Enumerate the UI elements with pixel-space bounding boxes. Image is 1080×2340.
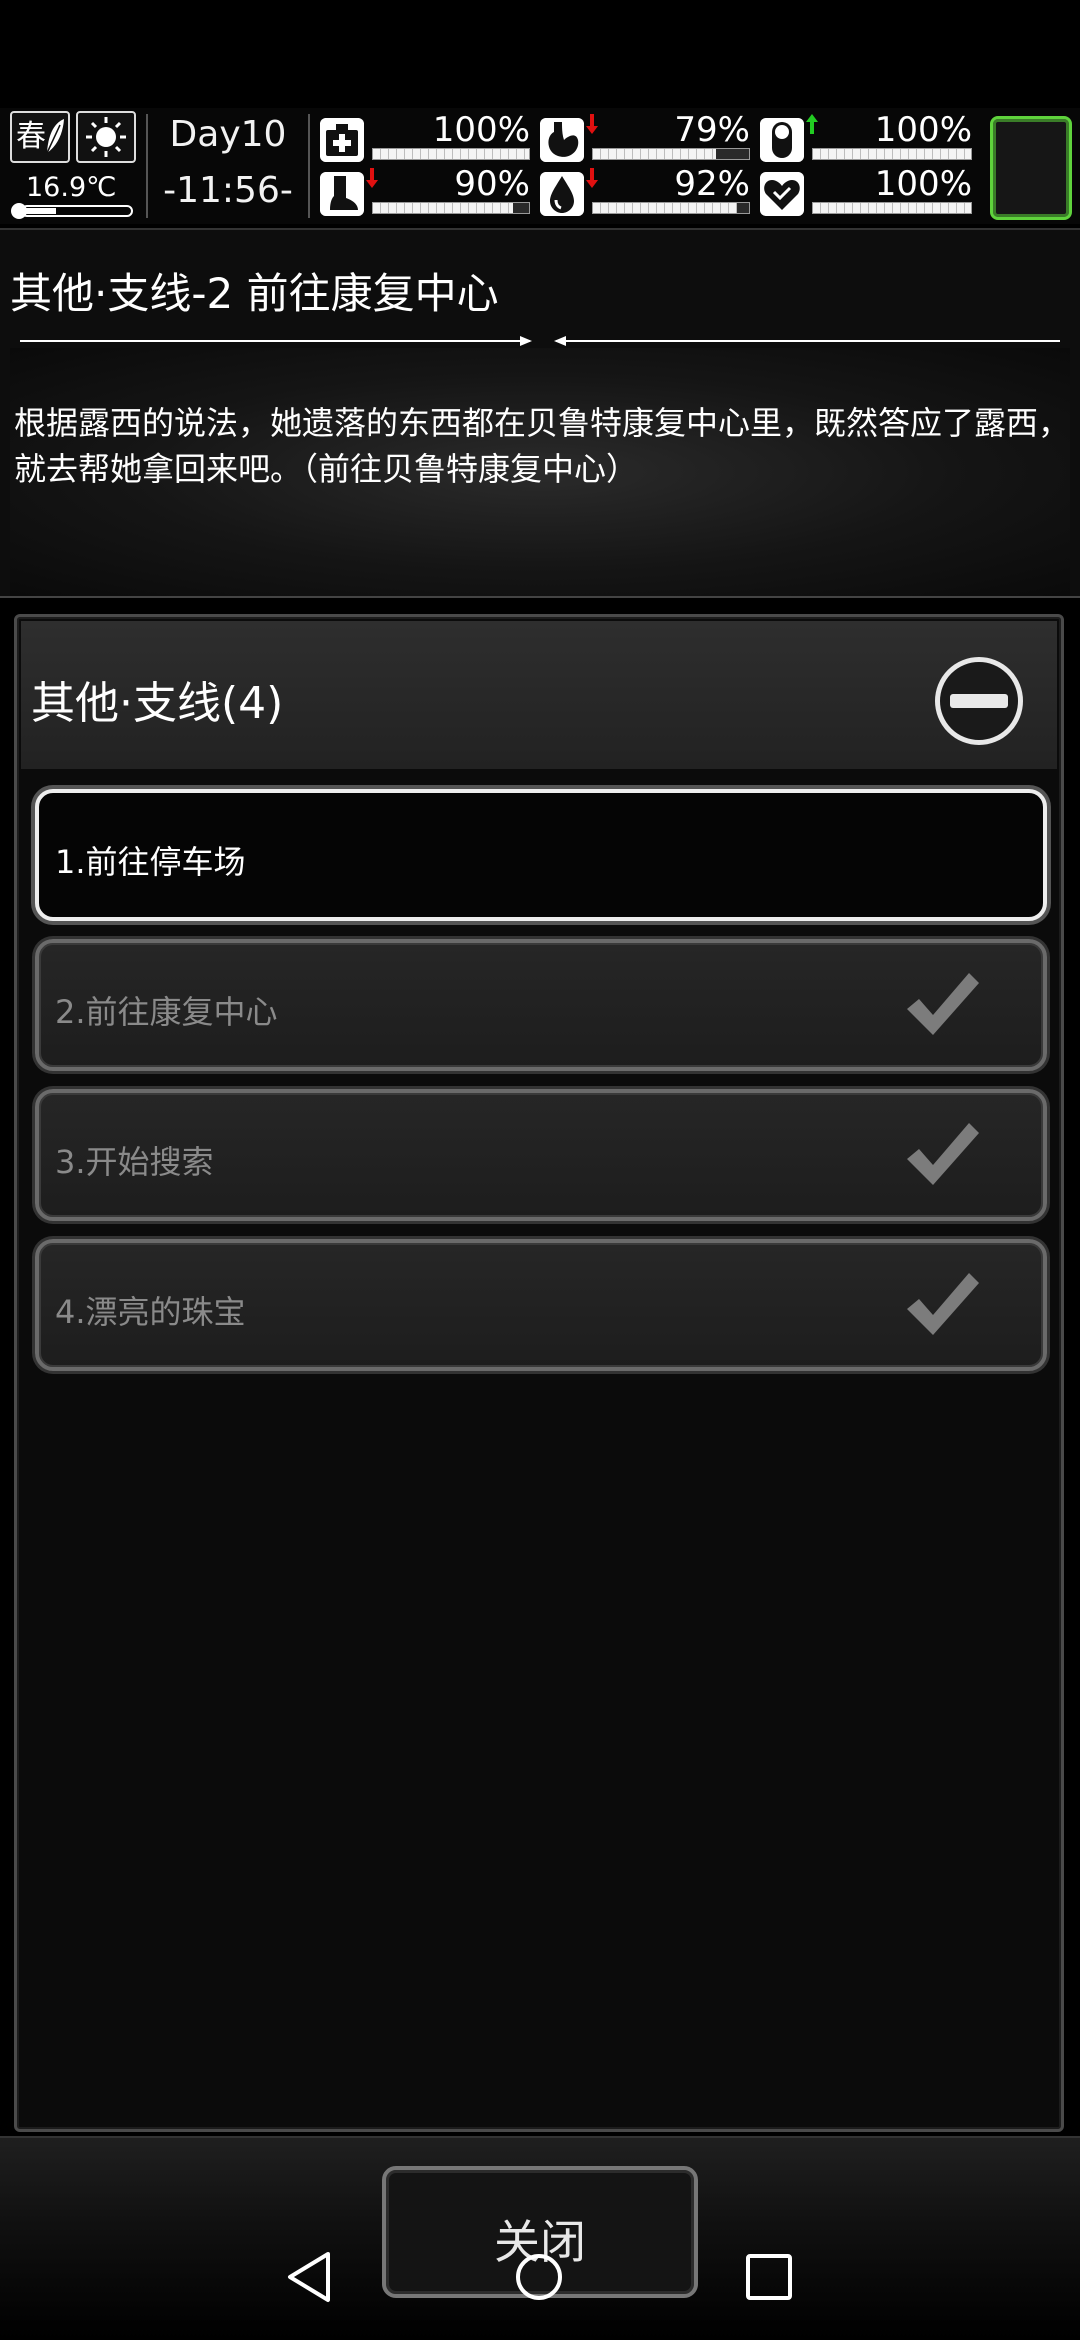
- quest-description-box: 根据露西的说法，她遗落的东西都在贝鲁特康复中心里，既然答应了露西，就去帮她拿回来…: [10, 348, 1070, 596]
- game-clock: -11:56-: [163, 170, 293, 211]
- stat-bar: [812, 148, 972, 160]
- category-title: 其他·支线(4): [31, 678, 284, 729]
- stat-bar: [592, 148, 750, 160]
- hud-divider: [146, 114, 148, 218]
- water-drop-icon: [540, 172, 584, 216]
- stat-medicine: 100%: [760, 110, 972, 166]
- thermometer-icon: [11, 203, 133, 219]
- quest-step-label: 3.开始搜索: [55, 1143, 214, 1181]
- quest-detail-panel: 其他·支线-2 前往康复中心 根据露西的说法，她遗落的东西都在贝鲁特康复中心里，…: [0, 228, 1080, 598]
- stat-value: 92%: [674, 164, 750, 204]
- minus-icon: [950, 694, 1008, 708]
- sun-icon: [86, 117, 126, 157]
- quest-step-label: 1.前往停车场: [55, 843, 246, 881]
- nav-recent-icon[interactable]: [746, 2254, 792, 2300]
- leaf-icon: [46, 119, 64, 154]
- quest-description: 根据露西的说法，她遗落的东西都在贝鲁特康复中心里，既然答应了露西，就去帮她拿回来…: [14, 404, 1071, 488]
- stat-bar: [372, 148, 530, 160]
- quest-title: 其他·支线-2 前往康复中心: [10, 269, 499, 318]
- first-aid-icon: [320, 118, 364, 162]
- temperature-display: 16.9℃: [10, 170, 136, 220]
- nav-back-icon[interactable]: [284, 2250, 334, 2304]
- stat-stamina: 90%: [320, 164, 530, 220]
- stat-value: 100%: [874, 110, 972, 150]
- status-indicator-button[interactable]: [990, 116, 1072, 220]
- stat-value: 100%: [432, 110, 530, 150]
- stat-value: 100%: [874, 164, 972, 204]
- checkmark-icon: [907, 1123, 979, 1185]
- quest-step-item[interactable]: 2.前往康复中心: [35, 939, 1047, 1071]
- checkmark-icon: [907, 973, 979, 1035]
- stat-health: 100%: [320, 110, 530, 166]
- pill-icon: [760, 118, 804, 162]
- checkmark-icon: [907, 1273, 979, 1335]
- nav-home-icon[interactable]: [514, 2252, 564, 2302]
- season-badge: 春: [10, 111, 70, 163]
- quest-step-item[interactable]: 4.漂亮的珠宝: [35, 1239, 1047, 1371]
- stat-bar: [592, 202, 750, 214]
- weather-badge: [76, 111, 136, 163]
- arrow-down-icon: [586, 114, 598, 134]
- status-hud: 春 16.9℃ Day10 -11:56- 100% 79% 100% 90% …: [0, 108, 1080, 224]
- foot-icon: [320, 172, 364, 216]
- quest-step-item[interactable]: 3.开始搜索: [35, 1089, 1047, 1221]
- screen: 春 16.9℃ Day10 -11:56- 100% 79% 100% 90% …: [0, 0, 1080, 2340]
- stat-stomach: 79%: [540, 110, 750, 166]
- heart-icon: [760, 172, 804, 216]
- stomach-icon: [540, 118, 584, 162]
- arrow-down-icon: [366, 168, 378, 188]
- stat-bar: [812, 202, 972, 214]
- season-label: 春: [16, 119, 46, 154]
- stat-bar: [372, 202, 530, 214]
- title-divider: [20, 336, 1060, 346]
- category-header[interactable]: 其他·支线(4): [21, 621, 1057, 769]
- quest-list-panel: 其他·支线(4) 1.前往停车场 2.前往康复中心 3.开始搜索 4.漂亮的珠宝: [14, 614, 1064, 2132]
- day-counter: Day10: [169, 114, 287, 155]
- temperature-value: 16.9℃: [26, 172, 117, 203]
- quest-step-item[interactable]: 1.前往停车场: [35, 789, 1047, 921]
- stat-value: 90%: [454, 164, 530, 204]
- quest-step-label: 4.漂亮的珠宝: [55, 1293, 246, 1331]
- stat-mood: 100%: [760, 164, 972, 220]
- arrow-down-icon: [586, 168, 598, 188]
- quest-step-label: 2.前往康复中心: [55, 993, 278, 1031]
- stat-value: 79%: [674, 110, 750, 150]
- stat-water: 92%: [540, 164, 750, 220]
- hud-divider: [308, 114, 310, 218]
- collapse-button[interactable]: [935, 657, 1023, 745]
- arrow-up-icon: [806, 114, 818, 134]
